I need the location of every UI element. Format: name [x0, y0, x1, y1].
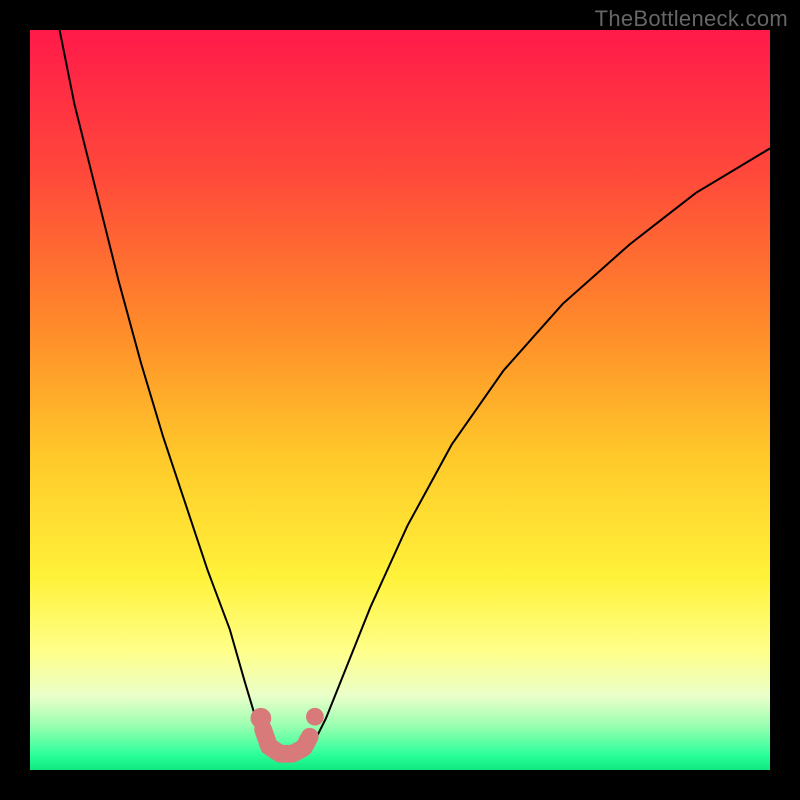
bottleneck-chart: [30, 30, 770, 770]
watermark-text: TheBottleneck.com: [595, 6, 788, 32]
chart-plot-area: [30, 30, 770, 770]
gradient-background: [30, 30, 770, 770]
highlight-dot: [306, 708, 324, 726]
